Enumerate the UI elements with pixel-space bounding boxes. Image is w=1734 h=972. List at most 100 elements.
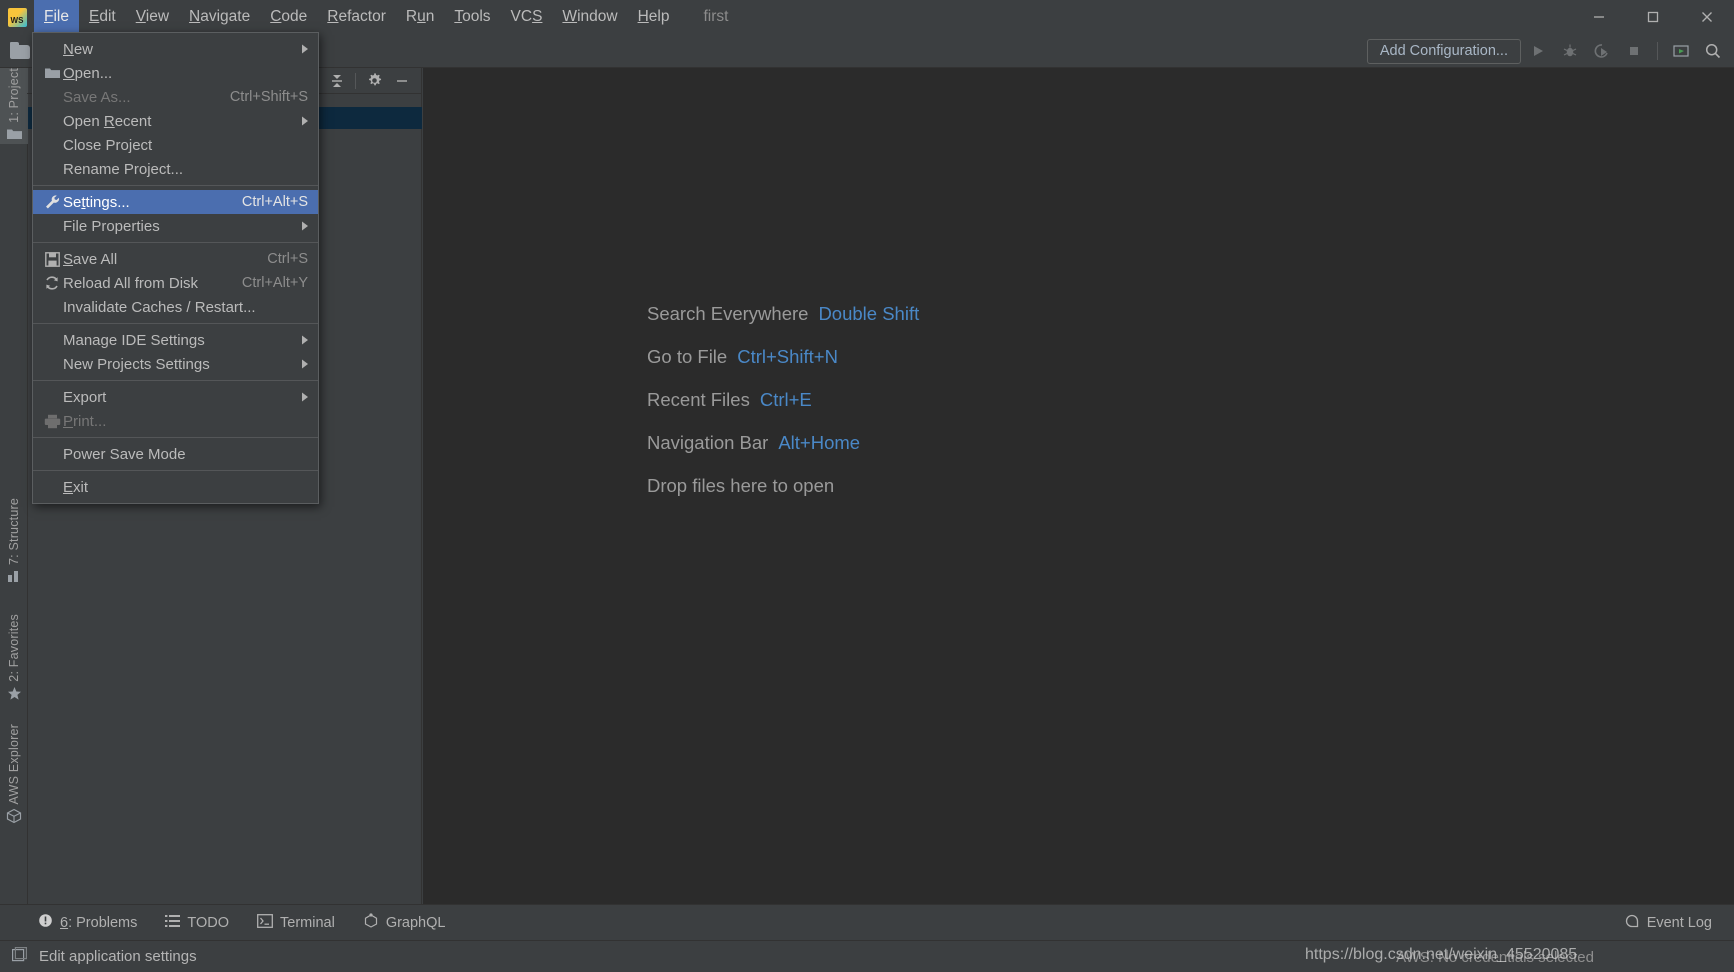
menu-item-reload-all-from-disk[interactable]: Reload All from Disk Ctrl+Alt+Y	[33, 271, 318, 295]
menu-item-label: File Properties	[63, 217, 160, 235]
menu-item-new[interactable]: New	[33, 37, 318, 61]
aws-status-text[interactable]: AWS: No credentials selected	[1396, 941, 1594, 972]
menu-vcs[interactable]: VCS	[501, 0, 553, 34]
add-configuration-button[interactable]: Add Configuration...	[1366, 38, 1521, 64]
error-circle-icon	[38, 913, 53, 932]
editor-hint-label: Drop files here to open	[647, 475, 835, 496]
menu-label: VCS	[510, 8, 543, 25]
editor-empty-area: Search Everywhere Double Shift Go to File C…	[423, 68, 1734, 904]
terminal-icon	[257, 913, 273, 932]
editor-hint-row: Recent Files Ctrl+E	[647, 389, 919, 411]
chevron-right-icon	[301, 328, 309, 352]
editor-hint-shortcut: Ctrl+Shift+N	[737, 346, 838, 367]
close-icon[interactable]	[1680, 0, 1734, 34]
project-title: first	[703, 8, 729, 25]
editor-hint-label: Go to File	[647, 346, 728, 367]
sidebar-item-label: 7: Structure	[7, 498, 21, 566]
hide-panel-icon[interactable]	[389, 69, 415, 93]
menu-item-manage-ide-settings[interactable]: Manage IDE Settings	[33, 328, 318, 352]
menu-item-shortcut: Ctrl+Shift+S	[229, 89, 308, 105]
menu-item-save-all[interactable]: Save All Ctrl+S	[33, 247, 318, 271]
sidebar-item-aws-explorer[interactable]: AWS Explorer	[0, 724, 28, 827]
menu-item-label: Save All	[63, 250, 118, 268]
sidebar-item-structure[interactable]: 7: Structure	[0, 498, 28, 586]
menu-item-open[interactable]: Open...	[33, 61, 318, 85]
bottom-item-todo[interactable]: TODO	[165, 914, 229, 932]
menu-file[interactable]: File	[34, 0, 79, 34]
event-log-button[interactable]: Event Log	[1624, 905, 1712, 941]
menu-item-power-save-mode[interactable]: Power Save Mode	[33, 442, 318, 466]
menu-item-invalidate-caches-restart[interactable]: Invalidate Caches / Restart...	[33, 295, 318, 319]
left-tool-strip: 1: Project 7: Structure 2: Favorites AWS…	[0, 68, 28, 904]
menu-item-new-projects-settings[interactable]: New Projects Settings	[33, 352, 318, 376]
bottom-item-problems[interactable]: 6: Problems	[38, 913, 137, 932]
menu-navigate[interactable]: Navigate	[179, 0, 260, 34]
menu-item-label: Close Project	[63, 136, 153, 154]
menu-separator	[33, 437, 318, 438]
menu-view[interactable]: View	[126, 0, 179, 34]
refresh-icon	[41, 271, 63, 295]
menu-item-label: Open Recent	[63, 112, 152, 130]
window-controls	[1572, 0, 1734, 34]
panel-divider	[355, 72, 356, 89]
sidebar-item-favorites[interactable]: 2: Favorites	[0, 614, 28, 704]
bottom-item-label: Terminal	[280, 914, 335, 931]
ide-window: File Edit View Navigate Code Refactor Run Tools…	[0, 0, 1734, 972]
minimize-icon[interactable]	[1572, 0, 1626, 34]
menu-label: Window	[562, 8, 618, 25]
menu-item-export[interactable]: Export	[33, 385, 318, 409]
menu-item-rename-project[interactable]: Rename Project...	[33, 157, 318, 181]
show-window-icon[interactable]	[1666, 36, 1696, 66]
menu-code[interactable]: Code	[260, 0, 317, 34]
menu-item-label: Save As...	[63, 88, 131, 106]
menu-help[interactable]: Help	[628, 0, 680, 34]
folder-icon	[6, 127, 23, 144]
menu-label: Edit	[88, 8, 116, 25]
folder-icon[interactable]	[10, 42, 32, 59]
menu-edit[interactable]: Edit	[79, 0, 126, 34]
menu-separator	[33, 470, 318, 471]
aws-cube-icon	[6, 808, 22, 827]
chevron-right-icon	[301, 37, 309, 61]
webstorm-logo-icon	[0, 0, 34, 34]
menu-item-label: Export	[63, 388, 107, 406]
bottom-item-terminal[interactable]: Terminal	[257, 913, 335, 932]
menu-label: File	[44, 8, 69, 25]
editor-hint-row: Navigation Bar Alt+Home	[647, 432, 919, 454]
menu-item-exit[interactable]: Exit	[33, 475, 318, 499]
menu-refactor[interactable]: Refactor	[317, 0, 396, 34]
gear-icon[interactable]	[361, 69, 387, 93]
sidebar-item-label: 1: Project	[7, 68, 21, 123]
run-icon[interactable]	[1523, 36, 1553, 66]
debug-icon[interactable]	[1555, 36, 1585, 66]
menu-item-label: Print...	[63, 412, 107, 430]
menu-item-settings[interactable]: Settings... Ctrl+Alt+S	[33, 190, 318, 214]
star-icon	[7, 686, 22, 704]
menu-item-label: New	[63, 40, 94, 58]
maximize-icon[interactable]	[1626, 0, 1680, 34]
editor-hint-label: Search Everywhere	[647, 303, 809, 324]
menu-tools[interactable]: Tools	[444, 0, 500, 34]
file-menu-dropdown[interactable]: New Open... Save As... Ctrl+Shift+S Open Rec…	[32, 32, 319, 504]
toolbar-divider	[1657, 42, 1658, 60]
run-with-coverage-icon[interactable]	[1587, 36, 1617, 66]
menu-run[interactable]: Run	[396, 0, 444, 34]
bottom-item-label: GraphQL	[385, 914, 446, 931]
chevron-right-icon	[301, 109, 309, 133]
sidebar-item-project[interactable]: 1: Project	[0, 68, 28, 144]
bottom-item-graphql[interactable]: GraphQL	[363, 912, 446, 933]
sidebar-item-label: 2: Favorites	[7, 614, 21, 682]
menu-item-shortcut: Ctrl+Alt+Y	[241, 275, 308, 291]
menu-item-file-properties[interactable]: File Properties	[33, 214, 318, 238]
menu-label: Code	[270, 8, 308, 25]
stop-icon[interactable]	[1619, 36, 1649, 66]
printer-icon	[41, 409, 63, 433]
wrench-icon	[41, 190, 63, 214]
menu-window[interactable]: Window	[552, 0, 627, 34]
menu-item-label: Manage IDE Settings	[63, 331, 205, 349]
search-icon[interactable]	[1698, 36, 1728, 66]
menu-item-open-recent[interactable]: Open Recent	[33, 109, 318, 133]
menu-item-close-project[interactable]: Close Project	[33, 133, 318, 157]
collapse-all-icon[interactable]	[324, 69, 350, 93]
chevron-right-icon	[301, 352, 309, 376]
